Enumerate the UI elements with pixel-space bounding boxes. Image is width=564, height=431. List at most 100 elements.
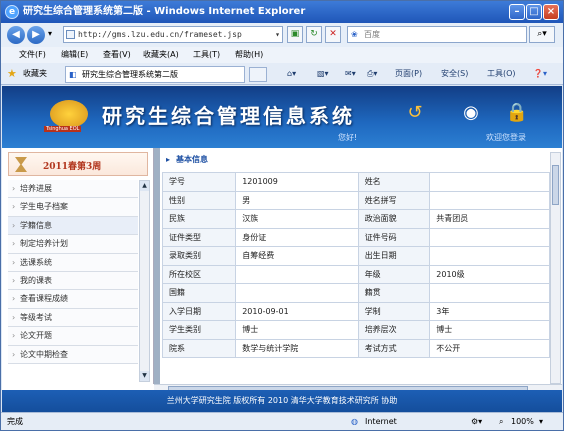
panel-divider[interactable] [154, 148, 160, 384]
speaker-icon[interactable]: ◉ [458, 100, 484, 126]
zoom-dropdown-icon[interactable]: ▾ [539, 413, 543, 430]
menu-bar: 文件(F) 编辑(E) 查看(V) 收藏夹(A) 工具(T) 帮助(H) [1, 47, 563, 63]
field-value: 3年 [429, 301, 550, 321]
mail-icon[interactable]: ✉▾ [345, 63, 356, 85]
search-button[interactable]: ⌕▾ [529, 26, 555, 43]
sidebar-item[interactable]: 论文中期检查 [8, 345, 138, 364]
section-title: 基本信息 [176, 155, 209, 164]
new-tab-button[interactable] [249, 67, 267, 82]
sidebar-item[interactable]: 论文开题 [8, 327, 138, 346]
url-dropdown-icon[interactable]: ▾ [275, 27, 280, 42]
menu-file[interactable]: 文件(F) [19, 47, 46, 63]
sidebar-scrollbar[interactable]: ▲ ▼ [139, 180, 150, 382]
field-label: 证件类型 [161, 227, 237, 247]
refresh-icon[interactable]: ↻ [306, 26, 322, 43]
field-label: 考试方式 [357, 338, 431, 358]
eol-logo: Tsinghua EOL [44, 98, 96, 136]
main-panel: ▸ 基本信息 学号 1201009 姓名 性别男姓名拼写 民族 汉族 政治面貌 共青团员 证件类型… [154, 148, 562, 384]
main-scrollbar[interactable] [550, 152, 561, 384]
sidebar-item[interactable]: 培养进展 [8, 180, 138, 199]
scroll-down-icon[interactable]: ▼ [140, 371, 149, 381]
field-value: 男 [235, 190, 359, 210]
sidebar-item[interactable]: 我的课表 [8, 271, 138, 291]
field-value: 自筹经费 [235, 246, 359, 266]
protected-mode-icon[interactable]: ⚙▾ [471, 413, 482, 430]
table-row: 学生类别 博士 培养层次 博士 [161, 320, 550, 340]
menu-edit[interactable]: 编辑(E) [61, 47, 88, 63]
table-row: 院系 数学与统计学院 考试方式 不公开 [161, 338, 550, 358]
field-value [429, 190, 550, 210]
minimize-button[interactable]: – [509, 4, 525, 20]
menu-tools[interactable]: 工具(T) [193, 47, 220, 63]
zoom-icon[interactable]: ⌕ [499, 413, 503, 430]
zoom-level[interactable]: 100% [511, 413, 534, 430]
cmd-safety[interactable]: 安全(S) [441, 63, 468, 85]
print-icon[interactable]: ⎙▾ [367, 63, 377, 85]
sidebar-item[interactable]: 学生电子档案 [8, 198, 138, 217]
table-row: 证件类型 身份证 证件号码 [161, 227, 550, 247]
field-value: 博士 [429, 320, 550, 340]
forward-button[interactable]: ▶ [27, 26, 45, 44]
status-text: 完成 [7, 417, 23, 426]
hourglass-icon [15, 157, 27, 172]
lock-icon[interactable]: 🔒 [504, 100, 530, 126]
cmd-page[interactable]: 页面(P) [395, 63, 422, 85]
field-label: 入学日期 [161, 301, 237, 321]
refresh-home-icon[interactable]: ↺ [402, 100, 428, 126]
tab-page-icon: ◧ [69, 70, 77, 79]
field-label: 姓名拼写 [357, 190, 431, 210]
section-header: ▸ 基本信息 [166, 154, 208, 165]
maximize-button[interactable]: □ [526, 4, 542, 20]
field-value [429, 283, 550, 303]
table-row: 学号 1201009 姓名 [161, 172, 550, 192]
scroll-up-icon[interactable]: ▲ [140, 181, 149, 191]
field-value: 2010-09-01 [235, 301, 359, 321]
back-button[interactable]: ◀ [7, 26, 25, 44]
globe-icon: ◍ [351, 417, 358, 426]
site-banner: Tsinghua EOL 研究生综合管理信息系统 ↺ ◉ 🔒 您好! 欢迎您登录 [2, 86, 562, 148]
sidebar-menu: 培养进展 学生电子档案 学籍信息 制定培养计划 选课系统 我的课表 查看课程成绩… [8, 180, 138, 382]
favorites-star-icon[interactable]: ★ [7, 63, 17, 85]
scroll-thumb[interactable] [552, 165, 559, 205]
zone-text: Internet [365, 417, 397, 426]
table-row: 国籍 籍贯 [161, 283, 550, 303]
field-label: 培养层次 [357, 320, 431, 340]
field-label: 院系 [161, 338, 237, 358]
field-label: 证件号码 [357, 227, 431, 247]
field-label: 国籍 [161, 283, 237, 303]
close-button[interactable]: × [543, 4, 559, 20]
baidu-icon: ❀ [351, 30, 358, 39]
favorites-bar: ★ 收藏夹 ◧ 研究生综合管理系统第二版 ⌂▾ ▧▾ ✉▾ ⎙▾ 页面(P) 安… [1, 63, 563, 85]
field-label: 录取类别 [161, 246, 237, 266]
field-value [429, 227, 550, 247]
help-icon[interactable]: ❓▾ [533, 63, 547, 85]
field-value: 博士 [235, 320, 359, 340]
menu-help[interactable]: 帮助(H) [235, 47, 263, 63]
field-value [235, 283, 359, 303]
page-footer: 兰州大学研究生院 版权所有 2010 清华大学教育技术研究所 协助 [2, 390, 562, 412]
cmd-tools[interactable]: 工具(O) [487, 63, 516, 85]
field-value [429, 246, 550, 266]
url-input[interactable]: http://gms.lzu.edu.cn/frameset.jsp ▾ [63, 26, 283, 43]
favorites-label[interactable]: 收藏夹 [23, 63, 47, 85]
page-content: Tsinghua EOL 研究生综合管理信息系统 ↺ ◉ 🔒 您好! 欢迎您登录… [2, 86, 562, 412]
field-label: 民族 [161, 209, 237, 229]
field-label: 年级 [357, 264, 431, 284]
compat-view-icon[interactable]: ▣ [287, 26, 303, 43]
sidebar-item[interactable]: 选课系统 [8, 253, 138, 272]
search-input[interactable]: ❀ 百度 [347, 26, 527, 43]
sidebar-item[interactable]: 学籍信息 [8, 216, 138, 236]
menu-favorites[interactable]: 收藏夹(A) [143, 47, 179, 63]
stop-icon[interactable]: ✕ [325, 26, 341, 43]
feeds-icon[interactable]: ▧▾ [317, 63, 329, 85]
field-label: 学号 [161, 172, 237, 192]
home-icon[interactable]: ⌂▾ [287, 63, 296, 85]
tab-current[interactable]: ◧ 研究生综合管理系统第二版 [65, 66, 245, 83]
sidebar-item[interactable]: 等级考试 [8, 308, 138, 328]
sidebar-item[interactable]: 查看课程成绩 [8, 290, 138, 309]
history-dropdown-icon[interactable]: ▾ [48, 29, 52, 38]
sidebar-item[interactable]: 制定培养计划 [8, 235, 138, 254]
menu-view[interactable]: 查看(V) [103, 47, 131, 63]
field-label: 姓名 [357, 172, 431, 192]
table-row: 入学日期 2010-09-01 学制 3年 [161, 301, 550, 321]
